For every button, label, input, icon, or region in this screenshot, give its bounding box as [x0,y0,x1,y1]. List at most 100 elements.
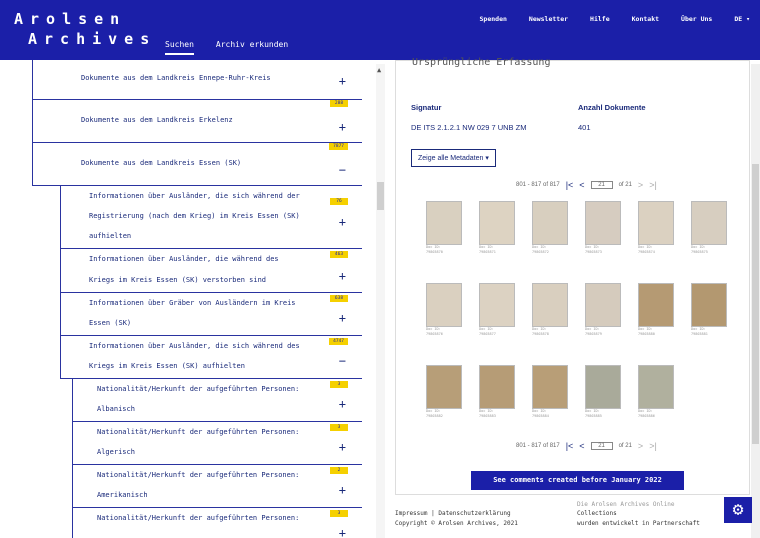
tree-item[interactable]: 7877 Dokumente aus dem Landkreis Essen (… [32,143,362,186]
link-ueber-uns[interactable]: Über Uns [681,15,712,23]
thumbnail-image[interactable] [638,365,674,409]
tree-item[interactable]: 638 Informationen über Gräber von Auslän… [60,293,362,336]
expand-icon[interactable]: + [339,74,346,88]
last-page-icon[interactable]: >| [649,180,657,190]
thumbnail-image[interactable] [691,283,727,327]
document-thumbnail[interactable]: Doc ID: 79803880 [638,283,678,341]
tree-item[interactable]: 3 Nationalität/Herkunft der aufgeführten… [72,379,362,422]
thumbnail-image[interactable] [479,201,515,245]
scrollbar-thumb[interactable] [377,182,384,210]
scrollbar-thumb[interactable] [752,164,759,444]
expand-icon[interactable]: + [339,215,346,229]
tree-item[interactable]: Dokumente aus dem Landkreis Ennepe-Ruhr-… [32,60,362,100]
thumbnail-image[interactable] [585,283,621,327]
thumbnail-image[interactable] [479,283,515,327]
logo[interactable]: Arolsen Archives [14,9,156,49]
document-thumbnail[interactable]: Doc ID: 79803876 [426,283,466,341]
thumbnail-image[interactable] [426,283,462,327]
tree-item[interactable]: 463 Informationen über Ausländer, die wä… [60,249,362,293]
page-input[interactable]: 21 [590,442,613,450]
prev-page-icon[interactable]: < [579,441,584,451]
page-input[interactable]: 21 [590,181,613,189]
thumbnail-doc-id: 79803872 [532,250,549,254]
document-thumbnail[interactable]: Doc ID: 79803877 [479,283,519,341]
thumbnail-image[interactable] [691,201,727,245]
expand-icon[interactable]: + [339,483,346,497]
first-page-icon[interactable]: |< [566,180,574,190]
nav-archiv-erkunden[interactable]: Archiv erkunden [216,40,288,55]
collapse-icon[interactable]: − [339,354,346,368]
tree-item[interactable]: 2 Nationalität/Herkunft der aufgeführten… [72,465,362,508]
document-thumbnail[interactable]: Doc ID: 79803870 [426,201,466,259]
tree-item-label: Registrierung (nach dem Krieg) im Kreis … [89,212,300,220]
footer-copyright: Copyright © Arolsen Archives, 2021 [395,520,518,527]
expand-icon[interactable]: + [339,526,346,538]
settings-gear-icon[interactable]: ⚙ [724,497,752,523]
expand-icon[interactable]: + [339,311,346,325]
nav-suchen[interactable]: Suchen [165,40,194,55]
show-metadata-button[interactable]: Zeige alle Metadaten ▾ [411,149,496,167]
tree-item[interactable]: 4747 Informationen über Ausländer, die s… [60,336,362,379]
link-hilfe[interactable]: Hilfe [590,15,610,23]
thumbnail-image[interactable] [638,283,674,327]
thumbnail-image[interactable] [585,365,621,409]
anzahl-label: Anzahl Dokumente [578,103,646,112]
document-thumbnail[interactable]: Doc ID: 79803883 [479,365,519,423]
thumbnail-doc-id: 79803876 [426,332,443,336]
scroll-up-icon[interactable]: ▲ [377,66,381,74]
last-page-icon[interactable]: >| [649,441,657,451]
document-thumbnail[interactable]: Doc ID: 79803873 [585,201,625,259]
tree-item[interactable]: 3 Nationalität/Herkunft der aufgeführten… [72,508,362,538]
thumbnail-image[interactable] [426,365,462,409]
document-thumbnail[interactable]: Doc ID: 79803874 [638,201,678,259]
tree-item[interactable]: 3 Nationalität/Herkunft der aufgeführten… [72,422,362,465]
footer-links[interactable]: Impressum | Datenschutzerklärung [395,510,511,518]
thumbnail-image[interactable] [532,365,568,409]
expand-icon[interactable]: + [339,269,346,283]
document-thumbnail[interactable]: Doc ID: 79803884 [532,365,572,423]
section-title: Ursprüngliche Erfassung [412,57,551,68]
thumbnail-doc-id: 79803880 [638,332,655,336]
document-thumbnail[interactable]: Doc ID: 79803879 [585,283,625,341]
tree-item-label: Dokumente aus dem Landkreis Essen (SK) [81,159,242,167]
thumbnail-image[interactable] [638,201,674,245]
tree-item-label: Dokumente aus dem Landkreis Erkelenz [81,116,233,124]
site-header: Arolsen Archives Suchen Archiv erkunden … [0,0,760,60]
document-thumbnail[interactable]: Doc ID: 79803885 [585,365,625,423]
collapse-icon[interactable]: − [339,163,346,177]
next-page-icon[interactable]: > [638,180,643,190]
thumbnail-image[interactable] [532,201,568,245]
document-thumbnail[interactable]: Doc ID: 79803878 [532,283,572,341]
language-select[interactable]: DE ▾ [734,15,750,23]
thumbnail-doc-id: 79803870 [426,250,443,254]
document-thumbnail[interactable]: Doc ID: 79803872 [532,201,572,259]
document-thumbnail[interactable]: Doc ID: 79803881 [691,283,731,341]
tree-item[interactable]: 76 Informationen über Ausländer, die sic… [60,186,362,249]
thumbnail-image[interactable] [426,201,462,245]
document-thumbnail[interactable]: Doc ID: 79803882 [426,365,466,423]
expand-icon[interactable]: + [339,397,346,411]
thumbnail-image[interactable] [532,283,568,327]
first-page-icon[interactable]: |< [566,441,574,451]
left-scrollbar[interactable]: ▲ [376,64,385,538]
expand-icon[interactable]: + [339,120,346,134]
count-badge: 76 [330,198,348,205]
expand-icon[interactable]: + [339,440,346,454]
tree-item[interactable]: 288 Dokumente aus dem Landkreis Erkelenz… [32,100,362,143]
thumbnail-image[interactable] [585,201,621,245]
link-kontakt[interactable]: Kontakt [632,15,659,23]
count-badge: 3 [330,381,348,388]
right-scrollbar[interactable] [751,64,760,538]
comments-button[interactable]: See comments created before January 2022 [471,471,684,490]
thumbnail-doc-id: 79803882 [426,414,443,418]
tree-item-label: Nationalität/Herkunft der aufgeführten P… [97,471,300,479]
document-thumbnail[interactable]: Doc ID: 79803875 [691,201,731,259]
next-page-icon[interactable]: > [638,441,643,451]
document-thumbnail[interactable]: Doc ID: 79803886 [638,365,678,423]
count-badge: 638 [330,295,348,302]
thumbnail-image[interactable] [479,365,515,409]
link-spenden[interactable]: Spenden [480,15,507,23]
document-thumbnail[interactable]: Doc ID: 79803871 [479,201,519,259]
prev-page-icon[interactable]: < [579,180,584,190]
link-newsletter[interactable]: Newsletter [529,15,568,23]
